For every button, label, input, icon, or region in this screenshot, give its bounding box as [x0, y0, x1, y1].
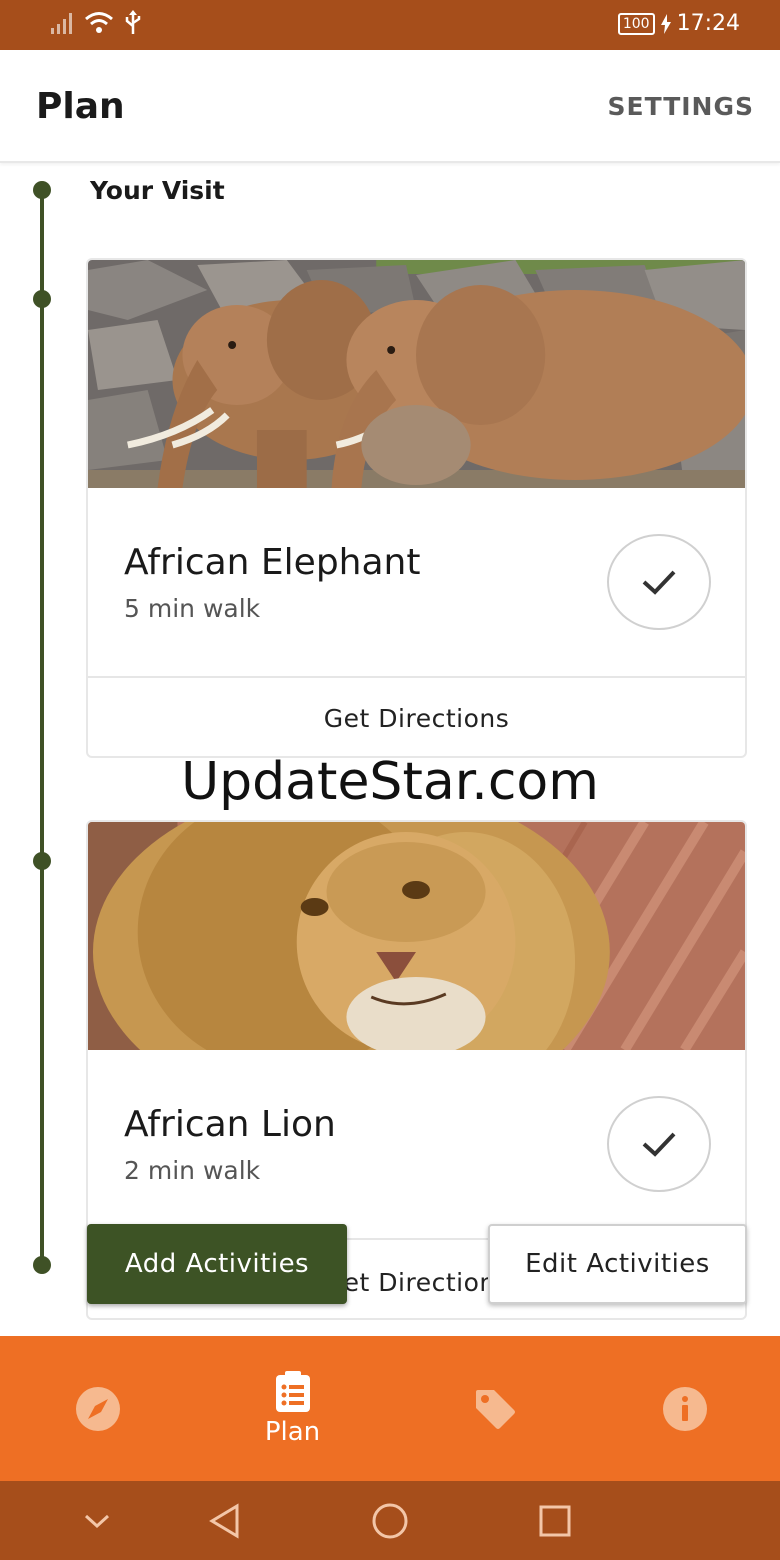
lion-photo: [88, 822, 745, 1050]
walk-time: 2 min walk: [124, 1156, 261, 1185]
mark-visited-button[interactable]: [607, 1096, 711, 1192]
wifi-icon: [85, 12, 113, 33]
chevron-down-icon[interactable]: [75, 1499, 119, 1543]
get-directions-button[interactable]: Get Directions: [88, 678, 745, 756]
exhibit-name: African Lion: [124, 1104, 336, 1145]
check-icon: [642, 570, 676, 595]
nav-item-tickets[interactable]: [397, 1336, 592, 1481]
page-title: Plan: [36, 86, 125, 127]
status-time: 17:24: [676, 11, 740, 36]
elephants-photo: [88, 260, 745, 488]
timeline-dot: [33, 1256, 51, 1274]
system-nav-bar: [0, 1481, 780, 1560]
exhibit-card-elephant: African Elephant 5 min walk Get Directio…: [86, 258, 747, 758]
exhibit-name: African Elephant: [124, 542, 421, 583]
add-activities-button[interactable]: Add Activities: [87, 1224, 347, 1304]
settings-button[interactable]: SETTINGS: [607, 92, 754, 121]
info-icon: [662, 1386, 707, 1431]
status-bar: 100 17:24: [0, 0, 780, 50]
app-bar: Plan SETTINGS: [0, 50, 780, 163]
timeline-dot: [33, 181, 51, 199]
edit-activities-button[interactable]: Edit Activities: [488, 1224, 747, 1304]
walk-time: 5 min walk: [124, 594, 261, 623]
nav-label-plan: Plan: [264, 1416, 321, 1447]
section-title: Your Visit: [90, 176, 225, 205]
tag-icon: [475, 1389, 515, 1429]
timeline-dot: [33, 852, 51, 870]
watermark: UpdateStar.com: [181, 752, 599, 812]
timeline-dot: [33, 290, 51, 308]
usb-icon: [125, 10, 141, 34]
timeline-line: [40, 190, 44, 1265]
mark-visited-button[interactable]: [607, 534, 711, 630]
status-icons-right: 100 17:24: [617, 11, 740, 36]
nav-item-info[interactable]: [587, 1336, 780, 1481]
signal-icon: [51, 13, 72, 34]
nav-item-explore[interactable]: [0, 1336, 195, 1481]
battery-icon: 100: [617, 12, 655, 35]
compass-icon: [75, 1386, 120, 1431]
nav-item-plan[interactable]: Plan: [195, 1336, 390, 1481]
charging-icon: [660, 13, 671, 34]
bottom-nav: Plan: [0, 1336, 780, 1481]
checklist-icon: [275, 1370, 310, 1412]
back-icon[interactable]: [202, 1499, 246, 1543]
check-icon: [642, 1132, 676, 1157]
recents-icon[interactable]: [533, 1499, 577, 1543]
home-icon[interactable]: [368, 1499, 412, 1543]
status-icons-left: [50, 10, 142, 36]
